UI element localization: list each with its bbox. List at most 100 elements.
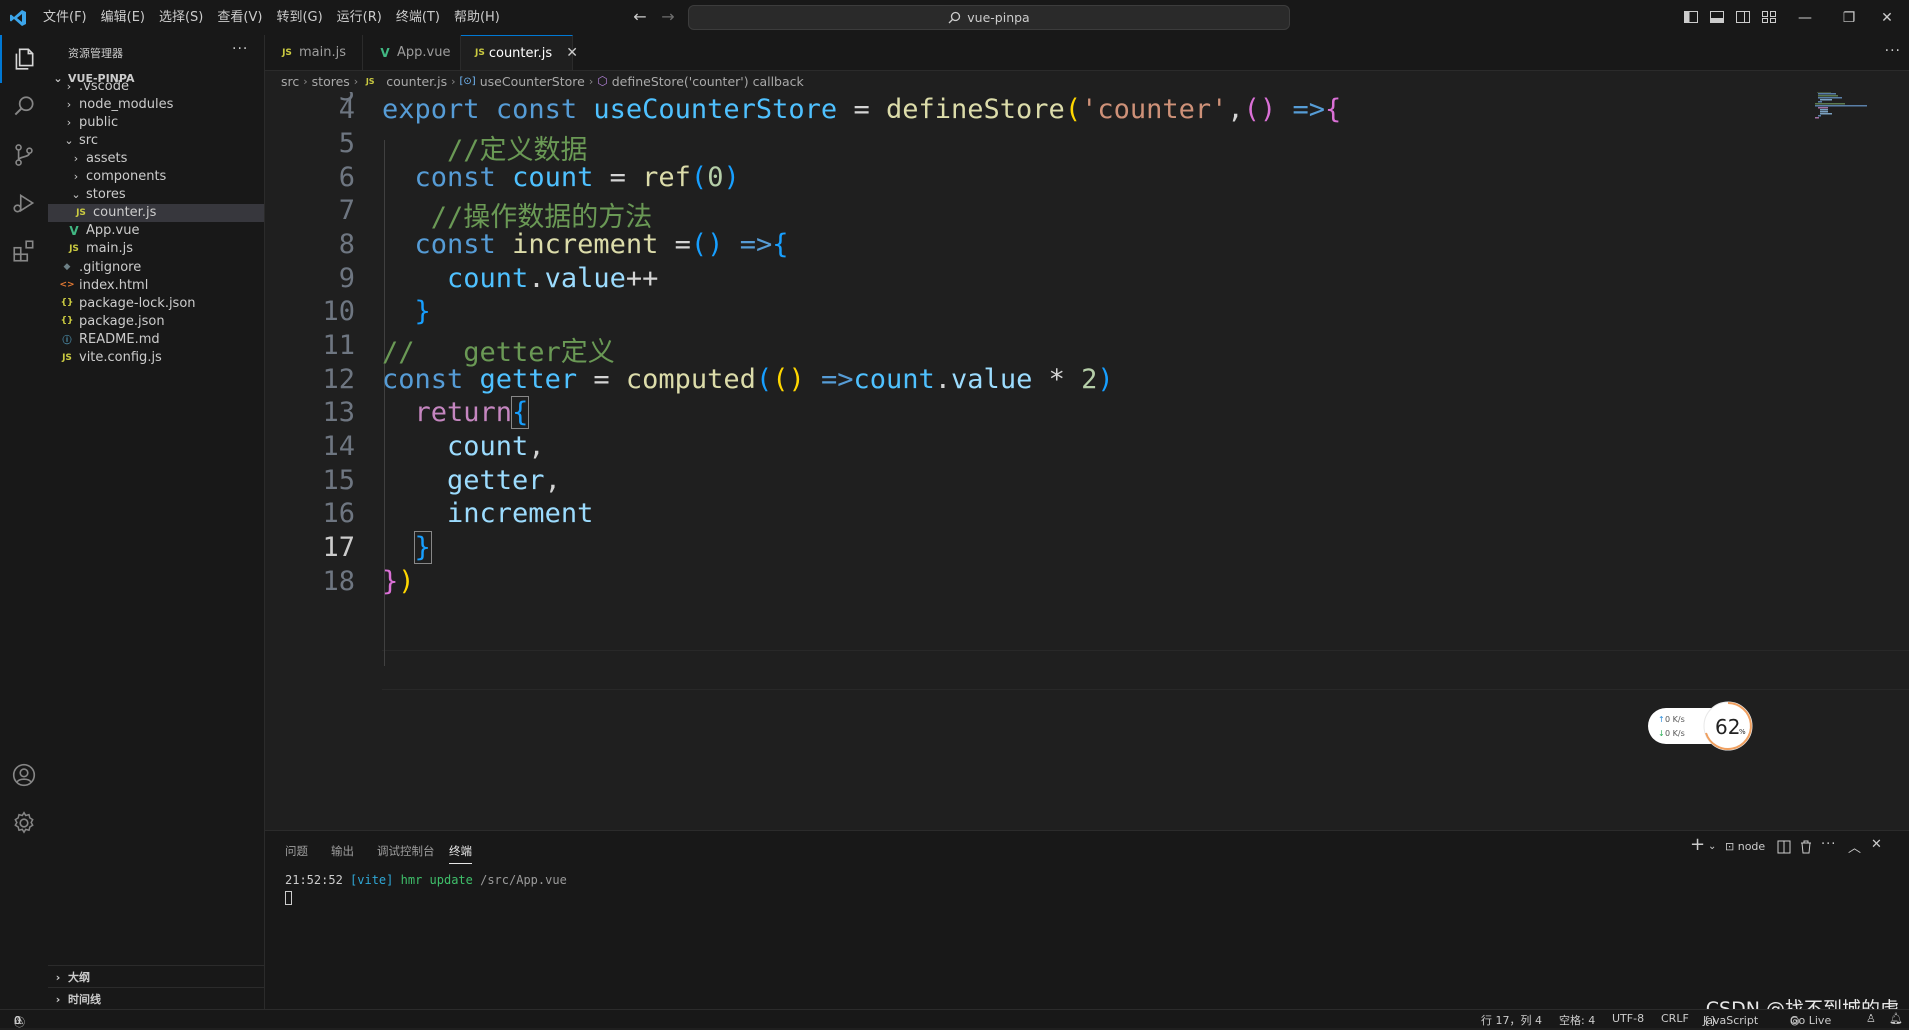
- menu-file[interactable]: 文件(F): [36, 0, 94, 35]
- minimize-icon[interactable]: —: [1783, 0, 1827, 35]
- tab-counter-js[interactable]: JS counter.js ✕: [461, 35, 578, 70]
- new-terminal-plus-icon[interactable]: +: [1690, 834, 1705, 855]
- tree-folder[interactable]: › components: [48, 168, 264, 186]
- close-window-icon[interactable]: ✕: [1865, 0, 1909, 35]
- chevron-down-icon[interactable]: ⌄: [1708, 841, 1716, 852]
- notifications-bell-icon[interactable]: 🔔︎: [1889, 1012, 1903, 1025]
- breadcrumb-item[interactable]: counter.js: [386, 74, 447, 89]
- maximize-panel-icon[interactable]: ︿: [1848, 837, 1861, 856]
- tab-label: counter.js: [488, 45, 553, 61]
- terminal-instance[interactable]: ⊡ node: [1725, 840, 1765, 853]
- more-actions-icon[interactable]: ···: [1885, 43, 1901, 59]
- variable-symbol-icon: [⊙]: [459, 75, 476, 87]
- code-line-15: getter,: [447, 465, 561, 496]
- menu-selection[interactable]: 选择(S): [152, 0, 210, 35]
- split-terminal-icon[interactable]: [1777, 840, 1791, 854]
- encoding[interactable]: UTF-8: [1612, 1012, 1644, 1025]
- timeline-section[interactable]: › 时间线: [48, 987, 264, 1010]
- tree-file[interactable]: JS counter.js: [48, 203, 264, 222]
- tree-folder[interactable]: › node_modules: [48, 95, 264, 113]
- js-file-icon: JS: [475, 48, 485, 58]
- tree-file[interactable]: <> index.html: [48, 276, 264, 294]
- minimap[interactable]: [1815, 92, 1875, 128]
- close-tab-icon[interactable]: ✕: [566, 45, 578, 61]
- toggle-secondary-sidebar-icon[interactable]: [1735, 9, 1751, 25]
- toggle-primary-sidebar-icon[interactable]: [1683, 9, 1699, 25]
- accounts-icon[interactable]: ♙: [1866, 1012, 1876, 1025]
- back-arrow-icon[interactable]: ←: [630, 7, 650, 27]
- tree-file[interactable]: JS main.js: [48, 240, 264, 258]
- tab-terminal[interactable]: 终端: [449, 843, 472, 864]
- tab-label: main.js: [299, 45, 346, 60]
- run-debug-icon[interactable]: [0, 179, 48, 227]
- timeline-label: 时间线: [68, 993, 101, 1006]
- breadcrumb-item[interactable]: defineStore('counter') callback: [612, 74, 804, 89]
- js-file-icon: JS: [282, 47, 292, 58]
- bottom-panel: 问题 输出 调试控制台 终端 + ⌄ ⊡ node ··· ︿ ✕ 21:52:…: [265, 830, 1909, 1010]
- more-actions-icon[interactable]: ···: [1821, 837, 1836, 852]
- info-file-icon: ⓘ: [62, 335, 72, 346]
- tab-main-js[interactable]: JS main.js: [265, 35, 363, 70]
- tree-folder[interactable]: › .vscode: [48, 77, 264, 95]
- trash-icon[interactable]: [1799, 839, 1813, 854]
- extensions-icon[interactable]: [0, 227, 48, 275]
- account-icon[interactable]: [0, 751, 48, 799]
- close-panel-icon[interactable]: ✕: [1871, 837, 1882, 852]
- outline-section[interactable]: › 大纲: [48, 965, 264, 988]
- method-symbol-icon: ⬡: [597, 74, 608, 88]
- chevron-right-icon: ›: [66, 97, 72, 111]
- line-number: 18: [322, 566, 355, 597]
- tree-file[interactable]: {} package.json: [48, 312, 264, 330]
- customize-layout-icon[interactable]: [1761, 9, 1777, 25]
- menu-help[interactable]: 帮助(H): [447, 0, 507, 35]
- line-ending[interactable]: CRLF: [1661, 1012, 1689, 1025]
- tree-file[interactable]: ⓘ README.md: [48, 330, 264, 348]
- tree-file[interactable]: V App.vue: [48, 222, 264, 240]
- git-file-icon: ◆: [63, 262, 71, 273]
- tree-folder[interactable]: ⌄ src: [48, 131, 264, 149]
- code-line-17: }: [413, 531, 432, 564]
- js-file-icon: JS: [62, 352, 72, 363]
- tab-debug-console[interactable]: 调试控制台: [377, 843, 435, 859]
- tree-folder[interactable]: ⌄ stores: [48, 186, 264, 204]
- tree-folder[interactable]: › assets: [48, 149, 264, 167]
- breadcrumb-item[interactable]: stores: [312, 74, 350, 89]
- code-line-13: return{: [414, 396, 530, 429]
- line-number: 17: [322, 532, 355, 563]
- search-icon[interactable]: [0, 83, 48, 131]
- breadcrumb-item[interactable]: useCounterStore: [480, 74, 585, 89]
- terminal-message: hmr update: [400, 873, 473, 887]
- settings-gear-icon[interactable]: [0, 799, 48, 847]
- line-number: 5: [338, 128, 355, 159]
- tree-file[interactable]: ◆ .gitignore: [48, 258, 264, 276]
- tree-file[interactable]: JS vite.config.js: [48, 349, 264, 367]
- menu-view[interactable]: 查看(V): [210, 0, 269, 35]
- more-actions-icon[interactable]: ···: [232, 41, 248, 57]
- editor-tabs: JS main.js V App.vue JS counter.js ✕ ···: [265, 35, 1909, 71]
- command-center-search[interactable]: vue-pinpa: [688, 5, 1290, 30]
- source-control-icon[interactable]: [0, 131, 48, 179]
- cursor-position[interactable]: 行 17，列 4: [1481, 1012, 1542, 1028]
- tree-item-label: vite.config.js: [79, 350, 162, 366]
- explorer-icon[interactable]: [0, 35, 48, 83]
- tab-problems[interactable]: 问题: [285, 843, 308, 859]
- code-line-9: count.value++: [447, 263, 659, 294]
- code-editor[interactable]: 3456789101112131415161718 export const u…: [265, 92, 1909, 830]
- tree-folder[interactable]: › public: [48, 113, 264, 131]
- tab-output[interactable]: 输出: [331, 843, 354, 859]
- forward-arrow-icon[interactable]: →: [658, 7, 678, 27]
- network-speed-widget[interactable]: ↑ ↓ 0 K/s 0 K/s 62 %: [1646, 700, 1754, 752]
- menu-terminal[interactable]: 终端(T): [389, 0, 447, 35]
- tree-file[interactable]: {} package-lock.json: [48, 294, 264, 312]
- indentation[interactable]: 空格: 4: [1559, 1012, 1595, 1028]
- breadcrumb-item[interactable]: src: [281, 74, 299, 89]
- menu-go[interactable]: 转到(G): [269, 0, 329, 35]
- tab-app-vue[interactable]: V App.vue: [363, 35, 461, 70]
- upload-speed: 0 K/s: [1665, 715, 1685, 724]
- tree-item-label: App.vue: [86, 223, 140, 239]
- menu-run[interactable]: 运行(R): [330, 0, 389, 35]
- toggle-panel-icon[interactable]: [1709, 9, 1725, 25]
- tab-label: App.vue: [397, 45, 451, 60]
- js-file-icon: JS: [69, 243, 79, 254]
- menu-edit[interactable]: 编辑(E): [94, 0, 152, 35]
